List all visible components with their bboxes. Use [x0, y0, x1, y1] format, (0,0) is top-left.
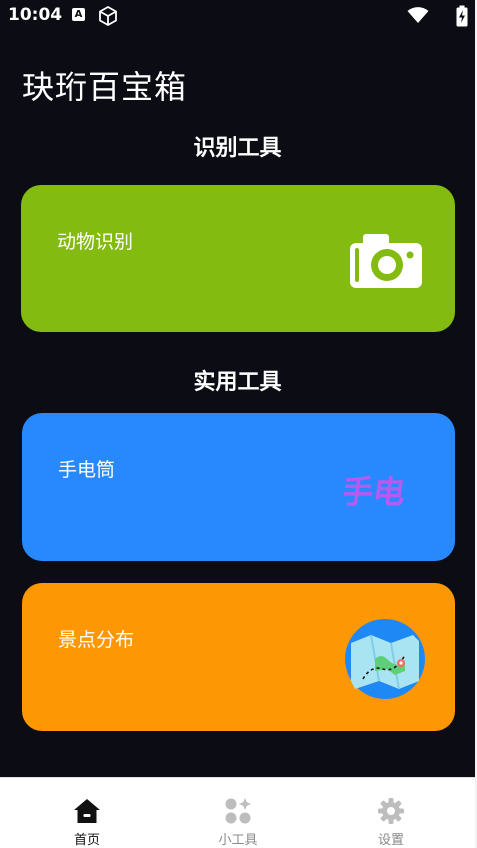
section-title-utilities: 实用工具 — [193, 370, 282, 395]
wifi-icon — [407, 7, 429, 23]
app-screen: 10:04 A 玦珩百宝箱 识别工具 动物识别 实用工具 手电筒 手电 景点分布… — [0, 0, 475, 848]
nav-settings[interactable]: 设置 — [312, 778, 470, 848]
status-time: 10:04 — [8, 5, 63, 25]
svg-text:手电: 手电 — [344, 473, 408, 511]
camera-icon — [350, 234, 422, 288]
app-title: 玦珩百宝箱 — [22, 68, 188, 106]
animal-recognition-card[interactable]: 动物识别 — [21, 185, 455, 332]
nav-home[interactable]: 首页 — [8, 778, 166, 848]
nav-label-home: 首页 — [73, 833, 100, 848]
nav-label-widgets: 小工具 — [218, 833, 258, 848]
scenic-spots-card[interactable]: 景点分布 — [22, 583, 455, 731]
flashlight-card[interactable]: 手电筒 手电 — [22, 413, 455, 561]
a-notification-icon: A — [72, 8, 85, 21]
settings-gear-icon — [378, 798, 404, 824]
map-globe-icon — [345, 619, 425, 699]
battery-charging-icon — [456, 5, 468, 27]
flashlight-text-icon: 手电 — [344, 473, 408, 511]
bottom-navigation: 首页 小工具 设置 — [0, 777, 475, 848]
status-bar: 10:04 A — [0, 0, 475, 32]
home-icon — [74, 799, 100, 823]
section-title-recognition: 识别工具 — [193, 136, 282, 161]
nav-label-settings: 设置 — [377, 833, 404, 848]
cube-icon — [99, 6, 117, 26]
card-label: 景点分布 — [58, 629, 135, 651]
card-label: 手电筒 — [58, 459, 116, 481]
widgets-icon — [225, 798, 251, 824]
nav-widgets[interactable]: 小工具 — [159, 778, 317, 848]
card-label: 动物识别 — [57, 231, 134, 253]
